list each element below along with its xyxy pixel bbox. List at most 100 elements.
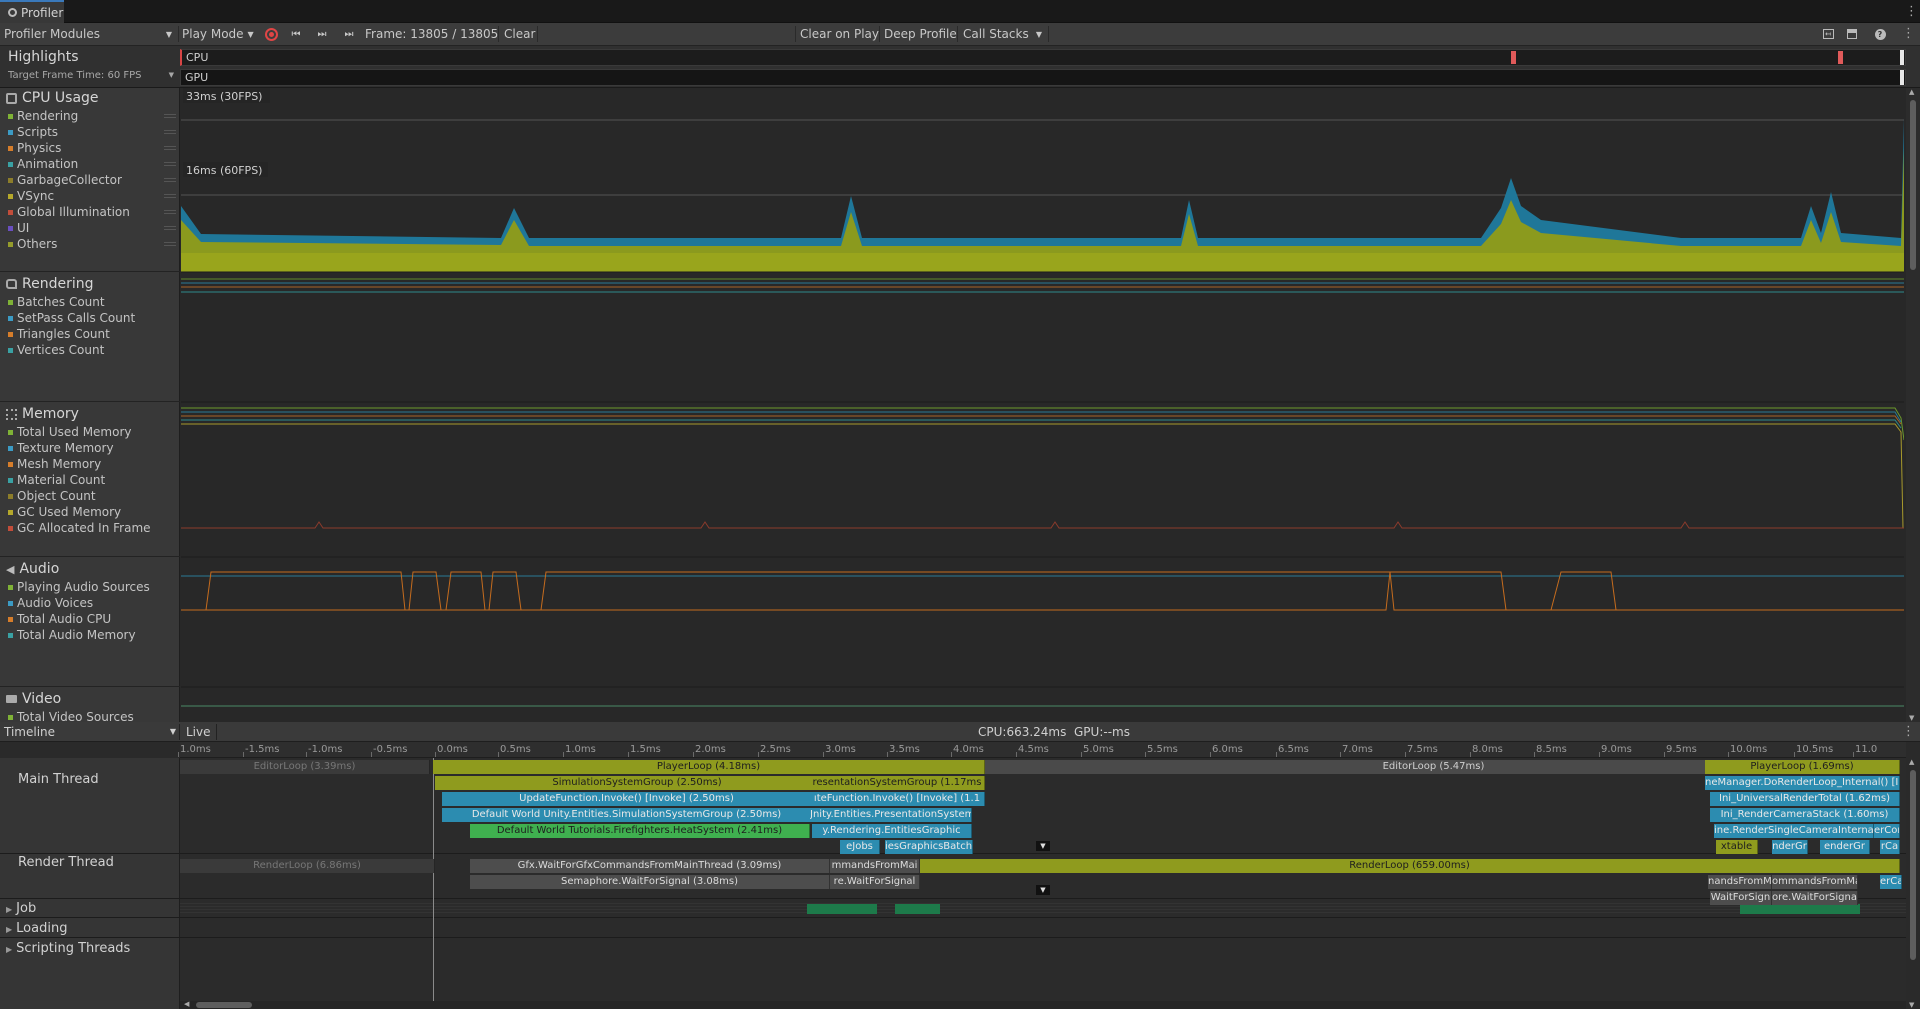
timeline-sample[interactable]: RenderLoop (6.86ms) — [180, 859, 435, 873]
series-item[interactable]: VSync — [0, 188, 180, 204]
group-scripting-threads[interactable]: ▶ Scripting Threads — [6, 941, 130, 956]
scrollbar-thumb[interactable] — [1910, 770, 1916, 960]
time-ruler[interactable]: 1.0ms -1.5ms -1.0ms -0.5ms 0.0ms 0.5ms 1.0ms 1.… — [178, 742, 1906, 758]
timeline-sample[interactable]: Default World Unity.Entities.SimulationS… — [442, 808, 812, 822]
timeline-sample[interactable]: ıteFunction.Invoke() [Invoke] (1.1 — [810, 792, 985, 806]
timeline-sample[interactable]: nderGr — [1772, 840, 1808, 854]
series-item[interactable]: SetPass Calls Count — [0, 310, 180, 326]
hscroll-thumb[interactable] — [196, 1002, 252, 1008]
timeline-sample[interactable]: xtable — [1716, 840, 1758, 854]
timeline-sample[interactable]: erConte — [1874, 824, 1900, 838]
timeline-sample[interactable]: rCa — [1880, 840, 1900, 854]
series-item[interactable]: Mesh Memory — [0, 456, 180, 472]
timeline-sample[interactable]: Ini_UniversalRenderTotal (1.62ms) — [1710, 792, 1900, 806]
series-item[interactable]: Others — [0, 236, 180, 252]
deep-profile-toggle[interactable]: Deep Profile — [884, 23, 957, 45]
timeline-sample[interactable]: Gfx.WaitForGfxCommandsFromMainThread (3.… — [470, 859, 830, 873]
timeline-sample[interactable]: resentationSystemGroup (1.17ms — [810, 776, 985, 790]
series-item[interactable]: Total Used Memory — [0, 424, 180, 440]
window-menu-icon[interactable]: ⋮ — [1905, 5, 1918, 18]
record-button[interactable] — [262, 23, 280, 45]
help-button[interactable]: ? — [1872, 23, 1888, 45]
timeline-sample[interactable]: ommandsFromMai — [1772, 875, 1858, 889]
timeline-sample[interactable]: Semaphore.WaitForSignal (3.08ms) — [470, 875, 830, 889]
series-item[interactable]: Total Audio Memory — [0, 627, 180, 643]
reorder-handle-icon[interactable] — [164, 146, 176, 150]
timeline-sample[interactable]: y.Rendering.EntitiesGraphic — [812, 824, 972, 838]
reorder-handle-icon[interactable] — [164, 130, 176, 134]
reorder-handle-icon[interactable] — [164, 226, 176, 230]
reorder-handle-icon[interactable] — [164, 242, 176, 246]
series-item[interactable]: GC Allocated In Frame — [0, 520, 180, 536]
timeline-sample[interactable]: iesGraphicsBatch — [885, 840, 973, 854]
series-item[interactable]: Global Illumination — [0, 204, 180, 220]
series-item[interactable]: Scripts — [0, 124, 180, 140]
cpu-highlight-track[interactable]: CPU — [180, 49, 1906, 66]
modules-scrollbar[interactable]: ▲ ▼ — [1906, 88, 1920, 722]
timeline-sample[interactable]: Jnity.Entities.PresentationSystem — [810, 808, 972, 822]
series-item[interactable]: Texture Memory — [0, 440, 180, 456]
series-item[interactable]: Audio Voices — [0, 595, 180, 611]
series-item[interactable]: Material Count — [0, 472, 180, 488]
timeline-sample[interactable]: neManager.DoRenderLoop_Internal() [Invo — [1705, 776, 1900, 790]
series-item[interactable]: GC Used Memory — [0, 504, 180, 520]
module-memory[interactable]: Memory Total Used Memory Texture Memory Me… — [0, 402, 180, 557]
module-cpu-usage[interactable]: CPU Usage Rendering Scripts Physics Animati… — [0, 88, 180, 272]
reorder-handle-icon[interactable] — [164, 114, 176, 118]
scroll-left-icon[interactable]: ◀ — [184, 1000, 189, 1008]
group-job[interactable]: ▶ Job — [6, 901, 36, 916]
timeline-sample[interactable]: Ini_RenderCameraStack (1.60ms) — [1710, 808, 1900, 822]
series-item[interactable]: Vertices Count — [0, 342, 180, 358]
module-rendering[interactable]: Rendering Batches Count SetPass Calls Cou… — [0, 272, 180, 402]
timeline-sample[interactable]: mmandsFromMai — [830, 859, 920, 873]
timeline-view[interactable]: ▼ ▼ EditorLoop (3.39ms) PlayerLoop (4.18m… — [180, 758, 1906, 1001]
play-mode-dropdown[interactable]: Play Mode ▼ — [182, 23, 256, 45]
clear-on-play-toggle[interactable]: Clear on Play — [800, 23, 879, 45]
module-header[interactable]: CPU Usage — [0, 88, 180, 108]
module-header[interactable]: ◀ Audio — [0, 559, 180, 579]
last-frame-button[interactable]: ⏭ — [338, 23, 360, 45]
timeline-sample[interactable]: EditorLoop (3.39ms) — [180, 760, 430, 774]
timeline-sample[interactable]: ore.WaitForSignal — [1772, 891, 1858, 905]
scroll-up-icon[interactable]: ▲ — [1909, 88, 1914, 96]
collapse-toggle-icon[interactable]: ▼ — [1036, 841, 1050, 851]
view-dropdown[interactable]: Timeline ▼ — [4, 725, 176, 739]
module-charts[interactable]: 33ms (30FPS) 16ms (60FPS) — [181, 88, 1905, 722]
scrollbar-thumb[interactable] — [1910, 100, 1916, 270]
timeline-sample[interactable]: RenderLoop (659.00ms) — [920, 859, 1900, 873]
timeline-sample[interactable]: nandsFromM — [1708, 875, 1772, 889]
series-item[interactable]: Rendering — [0, 108, 180, 124]
series-item[interactable]: Total Video Sources — [0, 709, 180, 722]
series-item[interactable]: UI — [0, 220, 180, 236]
group-loading[interactable]: ▶ Loading — [6, 921, 67, 936]
thread-render[interactable]: Render Thread — [18, 855, 114, 870]
module-header[interactable]: Video — [0, 689, 180, 709]
series-item[interactable]: Playing Audio Sources — [0, 579, 180, 595]
timeline-sample[interactable]: UpdateFunction.Invoke() [Invoke] (2.50ms… — [442, 792, 812, 806]
scroll-up-icon[interactable]: ▲ — [1909, 758, 1914, 766]
reorder-handle-icon[interactable] — [164, 194, 176, 198]
profiler-tab[interactable]: Profiler — [0, 0, 64, 23]
timeline-sample[interactable]: Default World Tutorials.Firefighters.Hea… — [470, 824, 810, 838]
collapse-toggle-icon[interactable]: ▼ — [1036, 885, 1050, 895]
series-item[interactable]: Object Count — [0, 488, 180, 504]
series-item[interactable]: GarbageCollector — [0, 172, 180, 188]
timeline-sample[interactable]: enderGr — [1820, 840, 1870, 854]
profiler-modules-dropdown[interactable]: Profiler Modules ▼ — [4, 23, 176, 45]
thread-main[interactable]: Main Thread — [18, 772, 99, 787]
first-frame-button[interactable]: ⏮ — [288, 23, 304, 45]
reorder-handle-icon[interactable] — [164, 210, 176, 214]
timeline-sample[interactable]: ine.RenderSingleCameraInternal — [1714, 824, 1874, 838]
series-item[interactable]: Animation — [0, 156, 180, 172]
scroll-down-icon[interactable]: ▼ — [1909, 1001, 1914, 1009]
timeline-sample[interactable]: re.WaitForSignal — [830, 875, 920, 889]
clear-button[interactable]: Clear — [504, 23, 535, 45]
live-toggle[interactable]: Live — [186, 725, 211, 739]
call-stacks-toggle[interactable]: Call Stacks — [963, 23, 1029, 45]
scroll-down-icon[interactable]: ▼ — [1909, 714, 1914, 722]
timeline-sample[interactable]: eJobs — [840, 840, 880, 854]
save-button[interactable] — [1844, 23, 1860, 45]
module-video[interactable]: Video Total Video Sources — [0, 687, 180, 722]
load-button[interactable]: ↤ — [1820, 23, 1836, 45]
timeline-vscrollbar[interactable]: ▲ ▼ — [1906, 758, 1920, 1009]
